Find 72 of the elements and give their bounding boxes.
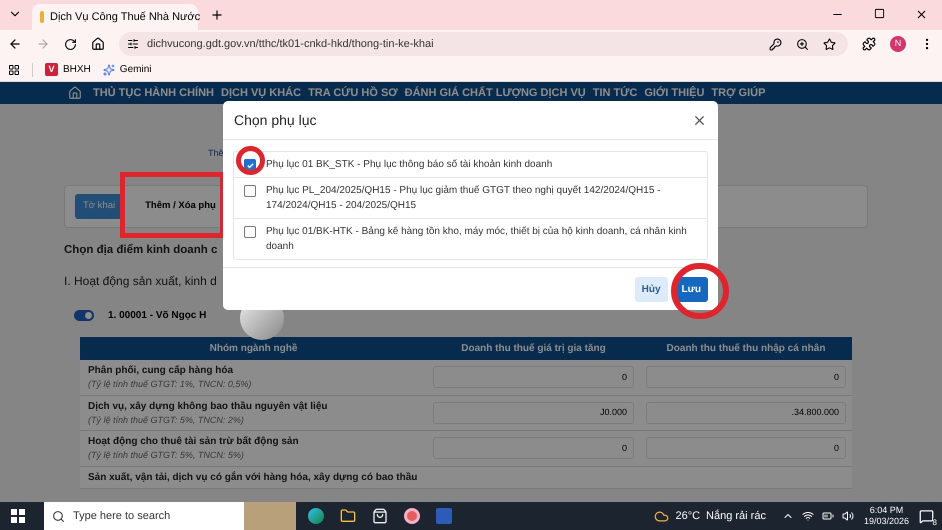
tax-rate-note: (Tỷ lệ tính thuế GTGT: 5%, TNCN: 2%) [88,414,245,427]
business-label: 1. 00001 - Võ Ngọc H [108,309,206,323]
tax-rate-note: (Tỷ lệ tính thuế GTGT: 5%, TNCN: 5%) [88,449,245,462]
tab[interactable]: Thêm / Xóa phụ [143,194,218,219]
bookmark[interactable]: V BHXH [45,62,91,77]
temperature: 26°C [675,508,700,524]
tax-rate-note: (Tỷ lệ tính thuế GTGT: 1%, TNCN: 0,5%) [88,378,252,391]
home-icon[interactable] [91,37,105,51]
taskbar-search-field[interactable]: Type here to search [44,502,244,530]
bookmark-logo-icon: V [45,63,58,76]
nav-link[interactable]: TIN TỨC [592,84,638,102]
revenue-input[interactable]: .34.800.000 [646,402,846,424]
battery-icon[interactable] [822,510,834,522]
back-icon[interactable] [8,37,22,51]
nav-link[interactable]: TRA CỨU HỒ SƠ [308,84,398,102]
volume-icon[interactable] [842,510,854,522]
folder-app-icon[interactable] [340,508,356,524]
industry-name: Sản xuất, vận tải, dịch vụ có gắn với hàng hóa, xây dựng có bao thầu [88,470,418,484]
windows-start-icon[interactable] [11,509,25,523]
bookmark-star-icon[interactable] [823,38,836,50]
revenue-input[interactable]: 0 [646,366,846,388]
weather-text: Nắng rải rác [706,508,766,524]
reload-icon[interactable] [64,38,77,50]
store-app-icon[interactable] [372,508,388,524]
industry-name: Hoạt động cho thuê tài sản trừ bất động sản [88,435,300,449]
revenue-input[interactable]: 0 [433,437,634,460]
address-bar[interactable]: dichvucong.gdt.gov.vn/tthc/tk01-cnkd-hkd/thong-tin-ke-khai [119,32,848,56]
browser-tab[interactable]: Dịch Vụ Công Thuế Nhà Nước [32,4,198,30]
weather-icon[interactable] [654,508,670,524]
restore-icon[interactable] [874,8,885,19]
revenue-input[interactable]: 0 [433,366,634,388]
breadcrumb-link[interactable]: Thê [208,148,224,158]
bookmark[interactable]: Gemini [102,62,152,77]
appendix-option[interactable]: Phụ lục 01 BK_STK - Phụ lục thông báo số tài khoản kinh doanh [234,152,707,177]
section-title: I. Hoạt động sản xuất, kinh d [64,273,217,288]
column-header: Nhóm ngành nghề [208,342,298,356]
apps-icon[interactable] [8,64,20,76]
search-icon [52,510,65,522]
industry-name: Dịch vụ, xây dựng không bao thầu nguyên vật liệu [88,400,328,414]
key-icon[interactable] [769,38,782,50]
nav-link[interactable]: DỊCH VỤ KHÁC [221,84,302,102]
checkbox[interactable] [244,185,256,197]
new-tab-icon[interactable] [210,8,224,22]
section-heading: Chọn địa điểm kinh doanh c [64,242,218,258]
revenue-input[interactable]: 0 [646,437,846,460]
column-header: Doanh thu thuế thu nhập cá nhân [666,342,826,356]
site-info-icon[interactable] [127,38,139,50]
sparkle-icon [102,64,115,76]
appendix-option[interactable]: Phụ lục 01/BK-HTK - Bảng kê hàng tồn kho, máy móc, thiết bị của hộ kinh doanh, cá nhân kinh doanh [234,218,707,259]
nav-link[interactable]: GIỚI THIỆU [644,84,704,102]
industry-name: Phân phối, cung cấp hàng hóa [88,364,234,378]
cancel-button[interactable]: Hủy [634,276,668,302]
url-text: dichvucong.gdt.gov.vn/tthc/tk01-cnkd-hkd/thong-tin-ke-khai [147,36,435,52]
checkbox[interactable] [244,226,256,238]
extensions-icon[interactable] [862,37,876,51]
close-window-icon[interactable] [915,8,928,21]
toggle-switch[interactable] [74,310,94,321]
tab-title: Dịch Vụ Công Thuế Nhà Nước [50,10,200,25]
nav-link[interactable]: THỦ TỤC HÀNH CHÍNH [93,84,214,102]
appendix-option[interactable]: Phụ lục PL_204/2025/QH15 - Phụ lục giảm thuế GTGT theo nghị quyết 142/2024/QH15 - 174/2024/QH15 - 204/2025/QH15 [234,177,707,218]
zoom-icon[interactable] [796,38,809,50]
modal-title: Chọn phụ lục [234,110,317,130]
notification-count: 8 [932,518,937,526]
revenue-input[interactable]: J0.000 [433,402,634,424]
nav-link[interactable]: TRỢ GIÚP [711,84,766,102]
nav-link[interactable]: ĐÁNH GIÁ CHẤT LƯỢNG DỊCH VỤ [404,84,586,102]
checkmark-icon [246,160,254,170]
column-header: Doanh thu thuế giá trị gia tăng [460,342,607,356]
profile-avatar[interactable]: N [890,36,906,52]
clock[interactable]: 6:04 PM 19/03/2026 [864,505,909,527]
notification-icon[interactable] [919,508,934,524]
search-highlight-picture [244,502,296,530]
